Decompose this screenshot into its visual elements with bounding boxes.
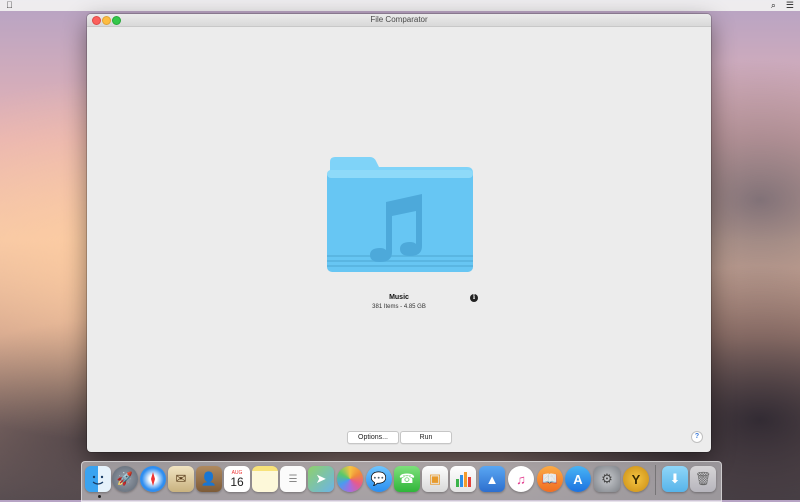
finder-icon[interactable] [85,466,111,492]
maps-icon[interactable]: ➤ [308,466,334,492]
file-comparator-app-icon[interactable]: Y [623,466,649,492]
file-comparator-window: File Comparator Music 381 Items - 4.85 G… [87,14,711,452]
ibooks-icon[interactable]: 📖 [537,466,563,492]
music-folder-icon[interactable] [326,156,474,274]
apple-menu-icon[interactable]:  [6,0,13,11]
menu-bar-extras: ⌕ ☰ [771,0,794,11]
notes-icon[interactable] [252,466,278,492]
folder-details: 381 Items - 4.85 GB [372,304,426,310]
safari-compass-icon[interactable] [140,466,166,492]
folder-name: Music [389,294,409,301]
app-store-icon[interactable]: A [565,466,591,492]
system-preferences-gear-icon[interactable]: ⚙ [594,466,620,492]
contacts-book-icon[interactable]: 👤 [196,466,222,492]
dock-separator [655,465,656,495]
spotlight-search-icon[interactable]: ⌕ [771,0,776,11]
notification-center-icon[interactable]: ☰ [786,0,794,11]
options-button[interactable]: Options... [347,431,399,444]
run-button[interactable]: Run [400,431,452,444]
facetime-icon[interactable]: ☎ [394,466,420,492]
messages-icon[interactable]: 💬 [366,466,392,492]
photos-icon[interactable] [337,466,363,492]
downloads-folder-icon[interactable]: ⬇ [662,466,688,492]
trash-icon[interactable]: 🗑 [690,466,716,492]
title-bar[interactable]: File Comparator [87,14,711,27]
keynote-podium-icon[interactable]: ▲ [479,466,505,492]
finder-running-indicator [98,495,101,498]
window-title: File Comparator [370,15,428,24]
itunes-note-icon[interactable]: ♫ [508,466,534,492]
calendar-icon[interactable]: AUG 16 [224,466,250,492]
calendar-day: 16 [230,474,244,489]
launchpad-icon[interactable]: 🚀 [112,466,138,492]
menu-bar:  ⌕ ☰ [0,0,800,11]
mail-stamp-icon[interactable]: ✉ [168,466,194,492]
preview-icon[interactable]: ▣ [422,466,448,492]
reminders-list-icon[interactable]: ☰ [280,466,306,492]
numbers-chart-icon[interactable] [450,466,476,492]
help-button[interactable]: ? [691,431,703,443]
info-icon[interactable]: i [470,294,478,302]
